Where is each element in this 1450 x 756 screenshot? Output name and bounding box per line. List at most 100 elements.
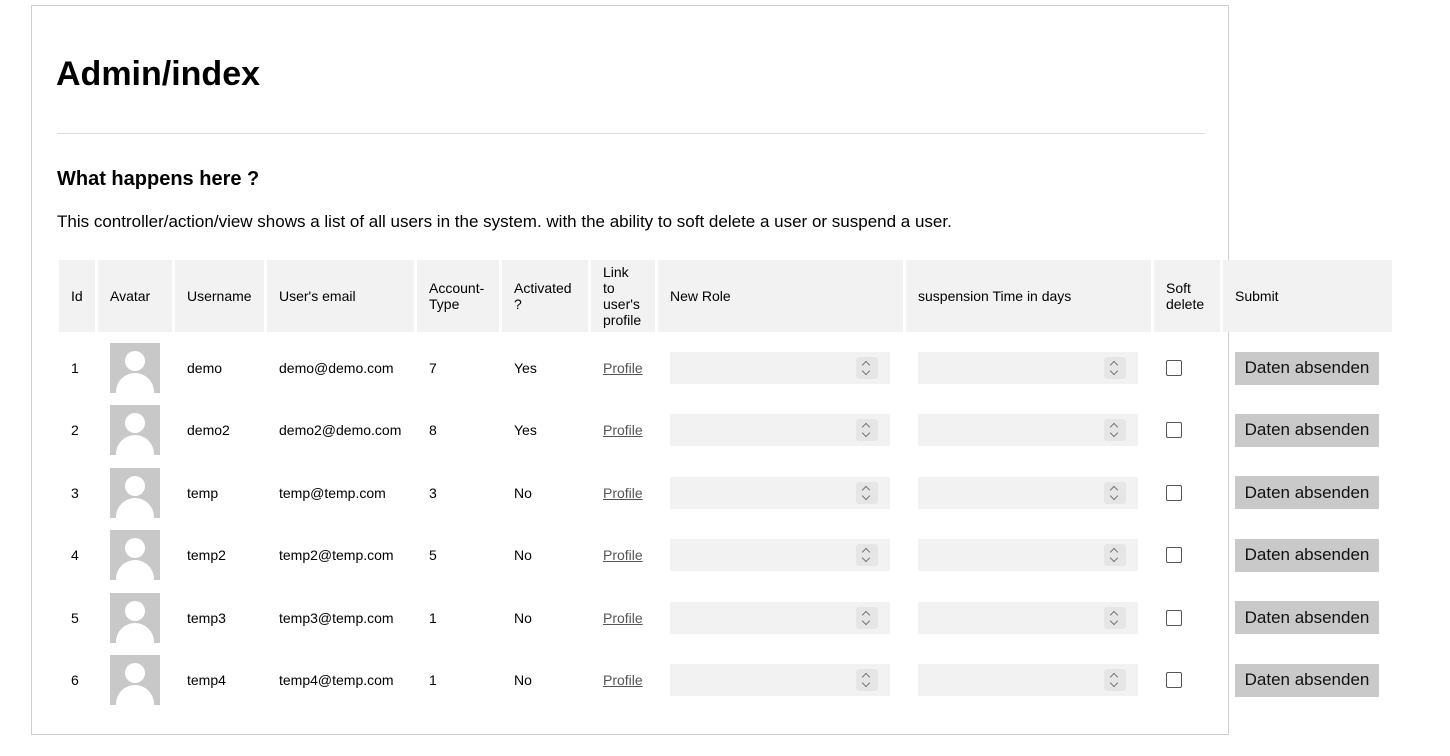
- cell-username: demo: [187, 360, 223, 376]
- header-soft-delete: Soft delete: [1154, 260, 1220, 332]
- cell-account-type: 1: [429, 609, 437, 626]
- spinner-icon[interactable]: [1104, 669, 1126, 692]
- cell-new-role: [658, 334, 903, 398]
- new-role-input[interactable]: [670, 352, 890, 384]
- cell-profile-link: Profile: [591, 650, 655, 711]
- page-title: Admin/index: [56, 55, 261, 93]
- spinner-icon[interactable]: [856, 669, 878, 692]
- avatar-placeholder-icon: [110, 530, 160, 581]
- cell-account-type: 1: [429, 672, 437, 689]
- spinner-icon[interactable]: [1104, 544, 1126, 567]
- header-activated-label: Activated ?: [514, 280, 572, 312]
- suspension-days-input[interactable]: [918, 476, 1138, 509]
- cell-username: temp: [187, 484, 219, 501]
- cell-avatar: [98, 463, 172, 524]
- cell-activated: No: [514, 547, 532, 564]
- soft-delete-checkbox[interactable]: [1166, 609, 1182, 626]
- avatar-placeholder-icon: [110, 467, 160, 518]
- spinner-icon[interactable]: [856, 606, 878, 629]
- new-role-input[interactable]: [670, 414, 890, 447]
- cell-suspension: [906, 525, 1151, 586]
- cell-soft-delete: [1154, 400, 1220, 461]
- cell-activated: Yes: [514, 422, 537, 439]
- cell-submit: Daten absenden: [1223, 334, 1392, 398]
- cell-profile-link: Profile: [591, 400, 655, 461]
- header-profile-link: Link to user's profile: [591, 260, 655, 332]
- suspension-days-input[interactable]: [918, 664, 1138, 697]
- cell-id: 6: [71, 672, 79, 689]
- spinner-icon[interactable]: [856, 481, 878, 504]
- cell-activated: Yes: [514, 360, 537, 376]
- header-activated: Activated ?: [502, 260, 588, 332]
- suspension-days-input[interactable]: [918, 352, 1138, 384]
- spinner-icon[interactable]: [1104, 606, 1126, 629]
- profile-link[interactable]: Profile: [603, 672, 643, 688]
- soft-delete-checkbox[interactable]: [1166, 360, 1182, 376]
- cell-submit: Daten absenden: [1223, 525, 1392, 586]
- cell-new-role: [658, 463, 903, 524]
- cell-avatar: [98, 334, 172, 398]
- cell-username: temp4: [187, 672, 226, 689]
- spinner-icon[interactable]: [1104, 419, 1126, 442]
- cell-profile-link: Profile: [591, 334, 655, 398]
- cell-soft-delete: [1154, 525, 1220, 586]
- new-role-input[interactable]: [670, 476, 890, 509]
- cell-activated: No: [514, 672, 532, 689]
- suspension-days-input[interactable]: [918, 601, 1138, 634]
- header-avatar: Avatar: [98, 260, 172, 332]
- submit-button[interactable]: Daten absenden: [1235, 601, 1379, 635]
- cell-suspension: [906, 463, 1151, 524]
- header-account-type: Account-Type: [417, 260, 499, 332]
- cell-email: temp@temp.com: [279, 484, 386, 501]
- soft-delete-checkbox[interactable]: [1166, 422, 1182, 439]
- spinner-icon[interactable]: [856, 357, 878, 379]
- profile-link[interactable]: Profile: [603, 547, 643, 563]
- avatar-placeholder-icon: [110, 405, 160, 456]
- spinner-icon[interactable]: [1104, 357, 1126, 379]
- suspension-days-input[interactable]: [918, 539, 1138, 572]
- cell-account-type: 7: [429, 360, 437, 376]
- divider: [57, 133, 1205, 134]
- profile-link[interactable]: Profile: [603, 610, 643, 626]
- soft-delete-checkbox[interactable]: [1166, 484, 1182, 501]
- section-heading: What happens here ?: [57, 168, 260, 190]
- cell-account-type: 8: [429, 422, 437, 439]
- soft-delete-checkbox[interactable]: [1166, 547, 1182, 564]
- submit-button[interactable]: Daten absenden: [1235, 351, 1379, 385]
- submit-button[interactable]: Daten absenden: [1235, 476, 1379, 510]
- spinner-icon[interactable]: [856, 419, 878, 442]
- spinner-icon[interactable]: [856, 544, 878, 567]
- submit-button[interactable]: Daten absenden: [1235, 663, 1379, 697]
- submit-button[interactable]: Daten absenden: [1235, 538, 1379, 572]
- cell-avatar: [98, 525, 172, 586]
- avatar-placeholder-icon: [110, 592, 160, 643]
- header-id: Id: [59, 260, 95, 332]
- cell-activated: No: [514, 609, 532, 626]
- cell-account-type: 3: [429, 484, 437, 501]
- new-role-input[interactable]: [670, 664, 890, 697]
- header-profile-link-label: Link to user's profile: [603, 264, 642, 328]
- cell-suspension: [906, 400, 1151, 461]
- cell-new-role: [658, 588, 903, 649]
- profile-link[interactable]: Profile: [603, 360, 643, 376]
- cell-id: 5: [71, 609, 79, 626]
- cell-suspension: [906, 588, 1151, 649]
- spinner-icon[interactable]: [1104, 481, 1126, 504]
- cell-submit: Daten absenden: [1223, 650, 1392, 711]
- new-role-input[interactable]: [670, 601, 890, 634]
- header-suspension: suspension Time in days: [906, 260, 1151, 332]
- new-role-input[interactable]: [670, 539, 890, 572]
- cell-email: temp3@temp.com: [279, 609, 394, 626]
- suspension-days-input[interactable]: [918, 414, 1138, 447]
- table-header-row: Id Avatar Username User's email Account-…: [59, 260, 1392, 332]
- cell-soft-delete: [1154, 334, 1220, 398]
- table-row: 3 temp temp@temp.com 3 No Profile Daten …: [59, 463, 1392, 524]
- soft-delete-checkbox[interactable]: [1166, 672, 1182, 689]
- cell-id: 1: [71, 360, 79, 376]
- submit-button[interactable]: Daten absenden: [1235, 413, 1379, 447]
- profile-link[interactable]: Profile: [603, 485, 643, 501]
- cell-profile-link: Profile: [591, 525, 655, 586]
- profile-link[interactable]: Profile: [603, 422, 643, 438]
- table-row: 6 temp4 temp4@temp.com 1 No Profile Date…: [59, 650, 1392, 711]
- cell-username: temp3: [187, 609, 226, 626]
